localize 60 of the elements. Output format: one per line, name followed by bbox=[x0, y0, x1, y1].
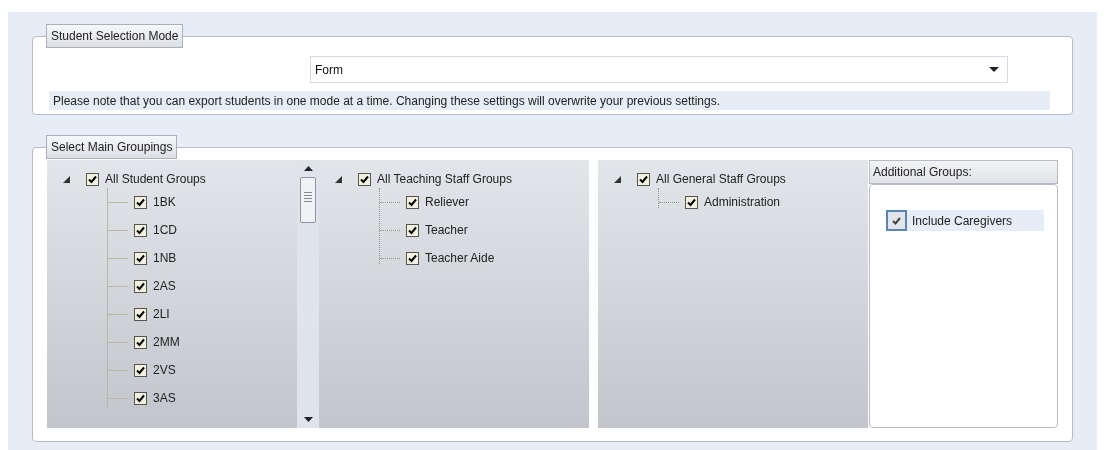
checkbox[interactable] bbox=[134, 363, 147, 377]
checkbox[interactable] bbox=[685, 195, 698, 209]
checkmark-icon bbox=[408, 197, 417, 207]
tree-item[interactable]: 2LI bbox=[153, 305, 170, 323]
checkmark-icon bbox=[408, 253, 417, 263]
checkmark-icon bbox=[136, 309, 145, 319]
tree-item[interactable]: 2AS bbox=[153, 277, 176, 295]
group-legend: Select Main Groupings bbox=[46, 135, 178, 159]
checkbox[interactable] bbox=[134, 391, 147, 405]
group-legend: Student Selection Mode bbox=[46, 24, 184, 48]
expanded-arrow-icon[interactable] bbox=[335, 175, 342, 183]
panel-header: Additional Groups: bbox=[869, 160, 1058, 184]
checkbox[interactable] bbox=[637, 172, 650, 186]
info-note: Please note that you can export students in one mode at a time. Changing these settings will overwrite your previous settings. bbox=[49, 91, 1050, 110]
checkbox[interactable] bbox=[406, 223, 419, 237]
tree-item[interactable]: 1CD bbox=[153, 221, 177, 239]
checkmark-icon bbox=[136, 337, 145, 347]
checkbox[interactable] bbox=[358, 172, 371, 186]
scroll-down-icon[interactable] bbox=[303, 417, 313, 422]
scroll-up-icon[interactable] bbox=[303, 166, 313, 171]
tree-item[interactable]: Teacher Aide bbox=[425, 249, 495, 267]
tree-item[interactable]: All Teaching Staff Groups bbox=[377, 170, 512, 188]
tree-item[interactable]: 1NB bbox=[153, 249, 177, 267]
checkbox[interactable] bbox=[134, 251, 147, 265]
tree-item[interactable]: 2VS bbox=[153, 361, 176, 379]
checkbox[interactable] bbox=[406, 195, 419, 209]
dropdown-arrow-icon[interactable] bbox=[989, 67, 999, 72]
checkbox-option[interactable]: Include Caregivers bbox=[886, 210, 1044, 231]
checkmark-icon bbox=[687, 197, 696, 207]
checkmark-icon bbox=[408, 225, 417, 235]
expanded-arrow-icon[interactable] bbox=[614, 175, 621, 183]
tree-item[interactable]: 1BK bbox=[153, 193, 176, 211]
checkmark-icon bbox=[136, 365, 145, 375]
checkmark-icon bbox=[88, 174, 97, 184]
checkbox[interactable] bbox=[134, 335, 147, 349]
tree-item[interactable]: Teacher bbox=[425, 221, 468, 239]
checkmark-icon bbox=[136, 253, 145, 263]
tree-item[interactable]: 2MM bbox=[153, 333, 180, 351]
tree-item[interactable]: 3AS bbox=[153, 389, 176, 407]
expanded-arrow-icon[interactable] bbox=[63, 175, 70, 183]
checkmark-icon bbox=[136, 281, 145, 291]
checkmark-icon bbox=[136, 197, 145, 207]
checkbox[interactable] bbox=[134, 307, 147, 321]
checkbox[interactable] bbox=[134, 223, 147, 237]
checkmark-icon bbox=[639, 174, 648, 184]
tree-item[interactable]: All Student Groups bbox=[105, 170, 206, 188]
tree-item[interactable]: Reliever bbox=[425, 193, 469, 211]
dropdown[interactable]: Form bbox=[310, 56, 1008, 83]
checkbox[interactable] bbox=[886, 210, 907, 231]
checkmark-icon bbox=[136, 393, 145, 403]
checkmark-icon bbox=[360, 174, 369, 184]
checkmark-icon bbox=[892, 216, 901, 225]
checkbox[interactable] bbox=[406, 251, 419, 265]
scroll-thumb[interactable] bbox=[300, 177, 316, 223]
checkbox[interactable] bbox=[134, 279, 147, 293]
checkbox[interactable] bbox=[86, 172, 99, 186]
tree-item[interactable]: All General Staff Groups bbox=[656, 170, 786, 188]
tree-item[interactable]: Administration bbox=[704, 193, 781, 211]
checkmark-icon bbox=[136, 225, 145, 235]
checkbox[interactable] bbox=[134, 195, 147, 209]
